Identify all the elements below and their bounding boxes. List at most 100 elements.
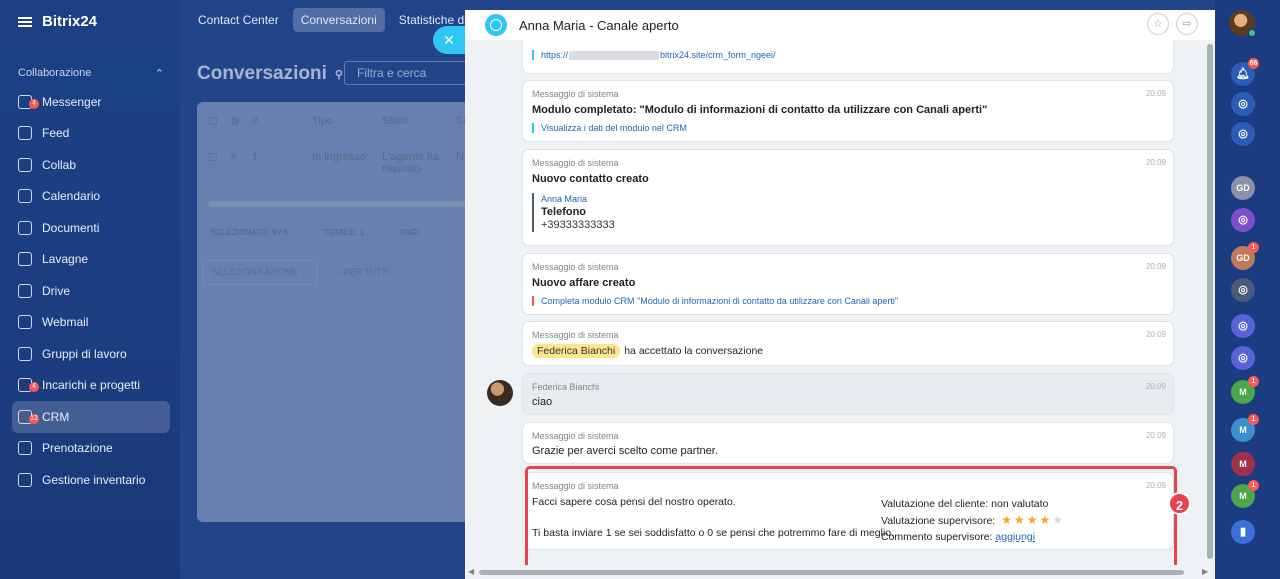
client-rating-row: Valutazione del cliente: non valutato	[881, 496, 1063, 512]
scroll-left-icon[interactable]: ◀	[468, 567, 474, 576]
star-filled-icon[interactable]: ★	[1001, 512, 1012, 528]
openline-icon[interactable]: ◎	[1231, 92, 1255, 116]
favorite-icon[interactable]: ☆	[1147, 13, 1169, 35]
chat-icon[interactable]: ◎	[1231, 122, 1255, 146]
message-body: Federica Bianchi ha accettato la conversa…	[532, 344, 763, 358]
user-mention[interactable]: Federica Bianchi	[532, 344, 621, 358]
recent-chat-avatar[interactable]: M1	[1231, 376, 1259, 404]
message-time: 20:09	[1145, 89, 1166, 98]
star-filled-icon[interactable]: ★	[1027, 512, 1038, 528]
gear-icon[interactable]: ⚙	[230, 115, 252, 128]
sidebar-item-crm[interactable]: 12 CRM	[12, 401, 170, 433]
sidebar-item-prenotazione[interactable]: Prenotazione	[12, 433, 170, 465]
avatar-icon[interactable]: ◎	[1231, 278, 1255, 302]
avatar[interactable]	[487, 380, 513, 406]
sidebar-item-drive[interactable]: Drive	[12, 275, 170, 307]
message-author: Federica Bianchi	[532, 382, 600, 392]
sidebar-item-gruppi-di-lavoro[interactable]: Gruppi di lavoro	[12, 338, 170, 370]
open-channel-icon	[485, 14, 507, 36]
avatar[interactable]	[1229, 10, 1257, 38]
sidebar-item-label: Prenotazione	[42, 441, 113, 456]
message-author: Messaggio di sistema	[532, 158, 619, 168]
message-time: 20:09	[1145, 481, 1166, 490]
action-select[interactable]: SELEZIONA AZIONE ⌄	[203, 260, 317, 285]
tab-contact-center[interactable]: Contact Center	[190, 8, 287, 32]
close-icon[interactable]: ✕	[433, 26, 465, 54]
sidebar-item-label: Feed	[42, 126, 70, 141]
grid-header: ☐ ⚙ # Tipo Stato Sr	[208, 115, 476, 128]
openline-icon-glyph: ◎	[1238, 352, 1248, 364]
sidebar-item-messenger[interactable]: 4 Messenger	[12, 86, 170, 118]
for-all-checkbox[interactable]: ☐ PER TUTTI	[333, 267, 390, 278]
openline-icon[interactable]: ◎	[1231, 314, 1255, 338]
brand-name: Bitrix24	[42, 13, 98, 30]
bookmark-icon[interactable]: ▮	[1231, 520, 1255, 544]
filter-search-input[interactable]: Filtra e cerca	[344, 61, 474, 85]
sidebar-group-label: Collaborazione	[18, 67, 92, 79]
scrollbar-thumb[interactable]	[479, 570, 1184, 575]
sidebar-item-webmail[interactable]: Webmail	[12, 307, 170, 339]
supervisor-rating-stars[interactable]: ★ ★ ★ ★ ★	[1001, 512, 1063, 528]
checkbox-icon[interactable]: ☐	[208, 115, 230, 128]
page-title-text: Conversazioni	[197, 63, 327, 84]
document-icon	[18, 220, 32, 235]
sidebar-item-gestione-inventario[interactable]: Gestione inventario	[12, 464, 170, 496]
pages-label: PAGI	[400, 228, 420, 237]
notification-badge: 4	[29, 382, 39, 393]
horizontal-scrollbar[interactable]: ◀ ▶	[465, 565, 1215, 579]
crm-form-link[interactable]: Visualizza i dati del modulo nel CRM	[532, 123, 687, 133]
link-icon[interactable]: ⚲	[335, 68, 343, 81]
tab-conversazioni[interactable]: Conversazioni	[292, 8, 385, 32]
forward-icon[interactable]: ⇨	[1176, 13, 1198, 35]
notification-badge: 4	[29, 98, 39, 109]
menu-icon[interactable]	[18, 16, 32, 27]
sidebar-item-incarichi-e-progetti[interactable]: 4 Incarichi e progetti	[12, 370, 170, 402]
booking-icon	[18, 441, 32, 456]
sidebar-item-calendario[interactable]: Calendario	[12, 181, 170, 213]
message-rating: Messaggio di sistema 20:09 Facci sapere …	[522, 472, 1174, 550]
table-row[interactable]: ☐ ≡ 1 In ingresso L'agente ha risposto N	[208, 151, 476, 175]
menu-icon[interactable]: ≡	[230, 151, 252, 175]
recent-chat-avatar[interactable]: GD	[1231, 176, 1255, 200]
star-filled-icon[interactable]: ★	[1040, 512, 1051, 528]
sidebar-group-header[interactable]: Collaborazione ⌃	[12, 60, 170, 86]
sidebar-item-documenti[interactable]: Documenti	[12, 212, 170, 244]
openline-icon[interactable]: ◎	[1231, 346, 1255, 370]
recent-chat-avatar[interactable]: M1	[1231, 414, 1259, 442]
sidebar-item-label: Incarichi e progetti	[42, 378, 141, 393]
recent-chat-avatar[interactable]: M1	[1231, 480, 1259, 508]
vertical-scrollbar[interactable]	[1205, 40, 1215, 565]
add-comment-link[interactable]: aggiungi	[995, 531, 1035, 543]
recent-chat-avatar[interactable]: GD 1	[1231, 242, 1259, 270]
bell-icon[interactable]: 🔔︎ 66	[1231, 58, 1259, 86]
grid-scrollbar[interactable]	[208, 201, 478, 207]
message-link: https://bitrix24.site/crm_form_ngeei/	[522, 40, 1174, 74]
scrollbar-thumb[interactable]	[1207, 44, 1213, 559]
openline-icon[interactable]: ◎	[1231, 208, 1255, 232]
deal-link[interactable]: Completa modulo CRM "Modulo di informazi…	[532, 296, 898, 306]
column-stato[interactable]: Stato	[382, 115, 456, 128]
column-tipo[interactable]: Tipo	[312, 115, 382, 128]
sidebar-item-label: Calendario	[42, 189, 101, 204]
column-num[interactable]: #	[252, 115, 312, 128]
notification-badge: 1	[1248, 242, 1259, 253]
form-link[interactable]: https://bitrix24.site/crm_form_ngeei/	[541, 50, 776, 61]
message-text: ciao	[532, 396, 553, 408]
scroll-right-icon[interactable]: ▶	[1202, 567, 1208, 576]
notification-badge: 12	[29, 413, 39, 424]
checkbox-icon[interactable]: ☐	[208, 151, 230, 175]
contact-name-link[interactable]: Anna Maria	[541, 193, 615, 206]
star-filled-icon[interactable]: ★	[1014, 512, 1025, 528]
recent-chat-avatar[interactable]: M	[1231, 452, 1255, 476]
sidebar-item-lavagne[interactable]: Lavagne	[12, 244, 170, 276]
sidebar-item-feed[interactable]: Feed	[12, 118, 170, 150]
message-time: 20:09	[1145, 262, 1166, 271]
sidebar-item-collab[interactable]: Collab	[12, 149, 170, 181]
star-empty-icon[interactable]: ★	[1052, 512, 1063, 528]
brand[interactable]: Bitrix24	[18, 13, 97, 30]
contact-card: Anna Maria Telefono +39333333333	[532, 193, 615, 232]
message-new-deal: Messaggio di sistema 20:09 Nuovo affare …	[522, 253, 1174, 315]
chat-icon: 4	[18, 94, 39, 109]
message-feed[interactable]: https://bitrix24.site/crm_form_ngeei/ Me…	[465, 40, 1205, 565]
chevron-up-icon[interactable]: ⌃	[155, 67, 164, 80]
